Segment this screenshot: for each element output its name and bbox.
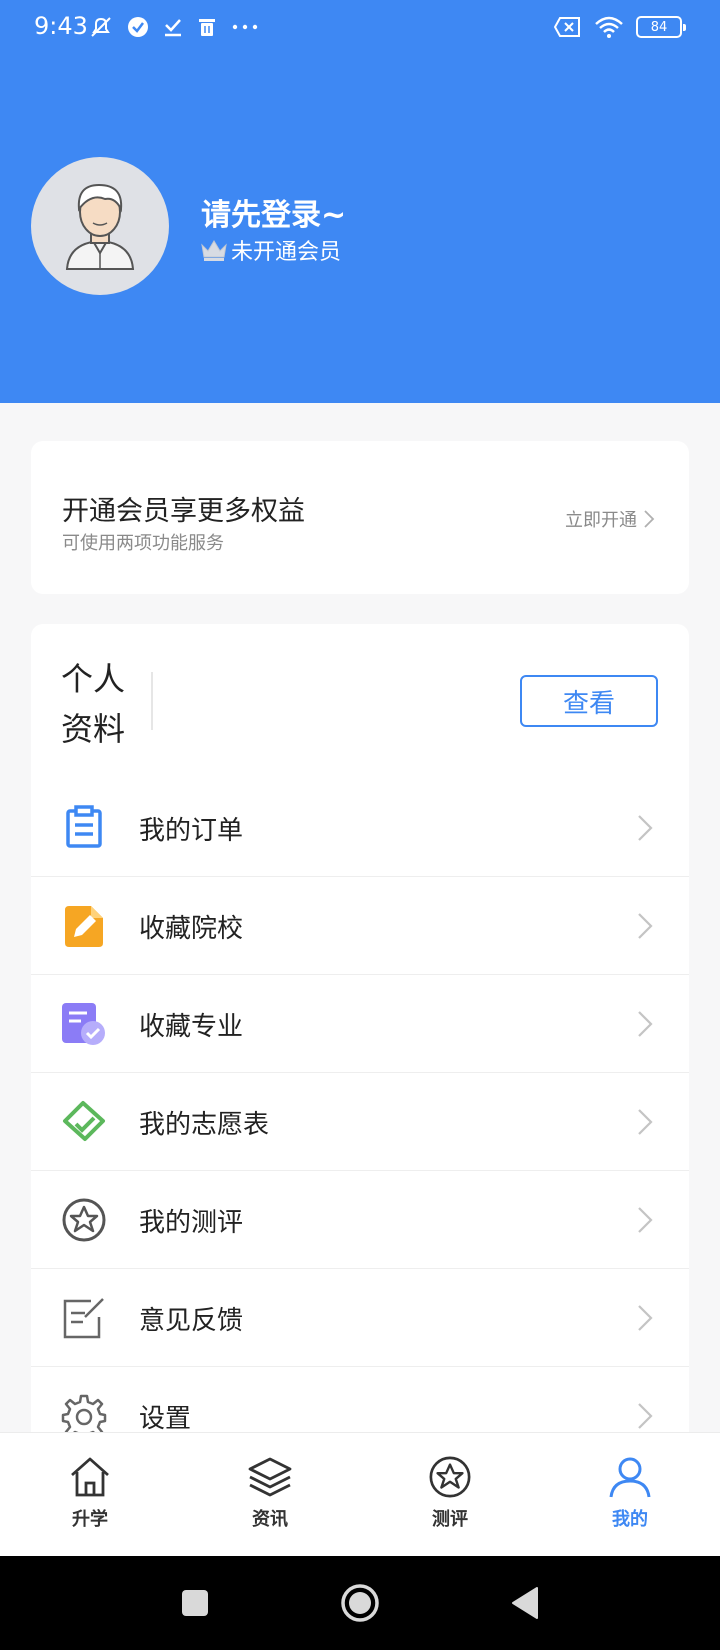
recents-button[interactable] bbox=[170, 1556, 220, 1650]
home-button[interactable] bbox=[335, 1556, 385, 1650]
status-bar: 9:43 84 bbox=[0, 0, 720, 54]
menu-item-settings[interactable]: 设置 bbox=[31, 1367, 689, 1432]
vip-card[interactable]: 开通会员享更多权益 可使用两项功能服务 立即开通 bbox=[31, 441, 689, 594]
check-circle-icon bbox=[128, 17, 148, 37]
activate-vip-label: 立即开通 bbox=[565, 510, 637, 531]
trash-icon bbox=[199, 19, 215, 36]
view-profile-button[interactable]: 查看 bbox=[520, 675, 658, 727]
profile-title: 个人资料 bbox=[61, 660, 126, 748]
menu-item-label: 收藏院校 bbox=[139, 914, 244, 944]
divider bbox=[151, 672, 153, 730]
back-button[interactable] bbox=[500, 1556, 550, 1650]
chevron-right-icon bbox=[638, 1109, 653, 1135]
member-status: 未开通会员 bbox=[199, 234, 341, 266]
menu-item-saved-schools[interactable]: 收藏院校 bbox=[31, 877, 689, 975]
tab-mine[interactable]: 我的 bbox=[540, 1433, 720, 1556]
status-notification-icons bbox=[88, 12, 260, 42]
vip-title: 开通会员享更多权益 bbox=[62, 496, 305, 527]
menu-list: 我的订单 收藏院校 收藏专业 我的志愿表 我的测评 意见反馈 设置 bbox=[31, 779, 689, 1432]
back-triangle-icon bbox=[512, 1587, 538, 1619]
activate-vip-link[interactable]: 立即开通 bbox=[565, 506, 655, 532]
menu-item-label: 我的测评 bbox=[139, 1208, 244, 1238]
layers-icon bbox=[248, 1457, 292, 1497]
menu-item-assessment[interactable]: 我的测评 bbox=[31, 1171, 689, 1269]
home-icon bbox=[71, 1457, 109, 1497]
menu-item-label: 我的志愿表 bbox=[139, 1110, 270, 1140]
status-system-icons: 84 bbox=[554, 12, 686, 42]
star-circle-icon bbox=[62, 1198, 106, 1242]
more-dots-icon bbox=[232, 24, 258, 30]
menu-item-label: 我的订单 bbox=[139, 816, 244, 846]
default-avatar-icon bbox=[65, 183, 135, 270]
bottom-tab-bar: 升学 资讯 测评 我的 bbox=[0, 1432, 720, 1556]
chevron-right-icon bbox=[638, 1403, 653, 1429]
volunteer-tag-icon bbox=[63, 1101, 105, 1141]
menu-item-orders[interactable]: 我的订单 bbox=[31, 779, 689, 877]
crown-icon bbox=[201, 240, 227, 261]
avatar[interactable] bbox=[31, 157, 169, 295]
member-status-label: 未开通会员 bbox=[231, 240, 342, 265]
tab-assessment[interactable]: 测评 bbox=[360, 1433, 540, 1556]
school-edit-icon bbox=[65, 906, 103, 947]
clipboard-icon bbox=[66, 805, 102, 848]
vip-subtitle: 可使用两项功能服务 bbox=[62, 533, 224, 554]
wifi-icon bbox=[595, 16, 623, 38]
profile-header: 9:43 84 请先登录~ 未开通会员 bbox=[0, 0, 720, 403]
system-navigation-bar bbox=[0, 1556, 720, 1650]
menu-item-volunteer-form[interactable]: 我的志愿表 bbox=[31, 1073, 689, 1171]
download-done-icon bbox=[165, 19, 181, 37]
chevron-right-icon bbox=[638, 913, 653, 939]
battery-level: 84 bbox=[650, 19, 668, 35]
tab-study[interactable]: 升学 bbox=[0, 1433, 180, 1556]
recents-square-icon bbox=[182, 1590, 208, 1616]
chevron-right-icon bbox=[638, 1011, 653, 1037]
menu-item-label: 设置 bbox=[139, 1404, 192, 1432]
chevron-right-icon bbox=[638, 1305, 653, 1331]
menu-item-label: 意见反馈 bbox=[139, 1306, 244, 1336]
major-check-icon bbox=[62, 1003, 105, 1045]
chevron-right-icon bbox=[644, 510, 655, 528]
menu-item-feedback[interactable]: 意见反馈 bbox=[31, 1269, 689, 1367]
chevron-right-icon bbox=[638, 815, 653, 841]
tab-label: 测评 bbox=[432, 1509, 468, 1530]
tab-label: 我的 bbox=[612, 1509, 648, 1530]
mute-notification-icon bbox=[91, 17, 111, 37]
person-icon bbox=[609, 1457, 651, 1498]
star-circle-icon bbox=[429, 1456, 471, 1498]
home-circle-icon bbox=[341, 1584, 379, 1622]
gear-icon bbox=[61, 1394, 107, 1432]
tab-label: 升学 bbox=[72, 1509, 108, 1530]
chevron-right-icon bbox=[638, 1207, 653, 1233]
sim-x-icon bbox=[554, 17, 580, 37]
tab-news[interactable]: 资讯 bbox=[180, 1433, 360, 1556]
feedback-edit-icon bbox=[63, 1298, 104, 1339]
menu-item-label: 收藏专业 bbox=[139, 1012, 244, 1042]
battery-icon: 84 bbox=[636, 16, 686, 38]
tab-label: 资讯 bbox=[252, 1509, 288, 1530]
login-prompt[interactable]: 请先登录~ bbox=[201, 190, 346, 234]
menu-item-saved-majors[interactable]: 收藏专业 bbox=[31, 975, 689, 1073]
profile-card: 个人资料 查看 bbox=[31, 624, 689, 779]
status-time: 9:43 bbox=[34, 12, 88, 40]
